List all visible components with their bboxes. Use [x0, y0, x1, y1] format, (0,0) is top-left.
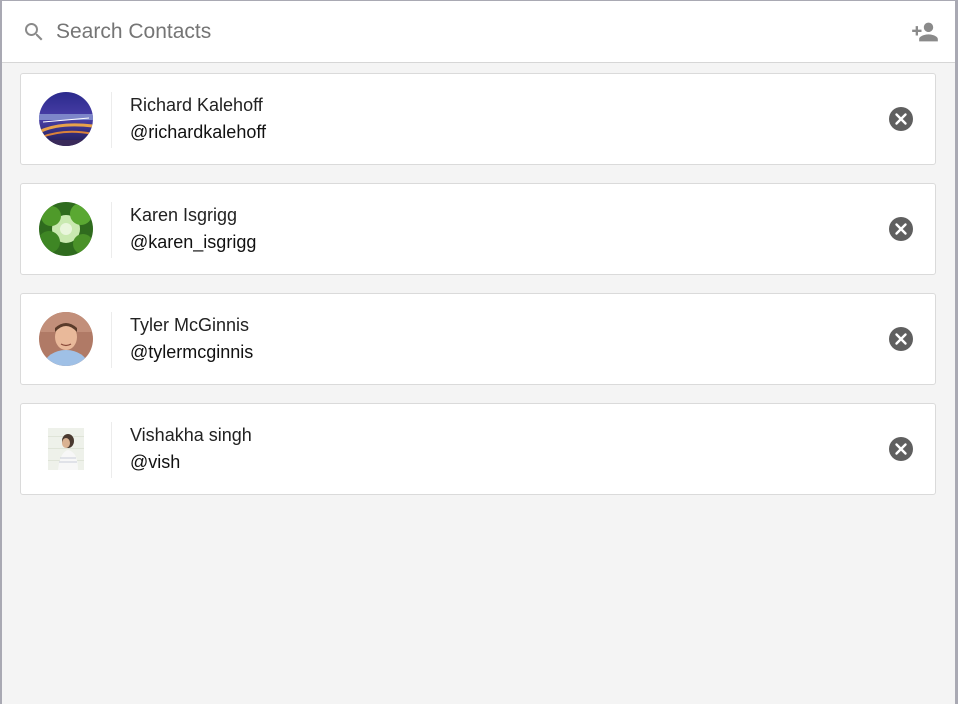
card-divider: [111, 202, 112, 258]
contact-name: Tyler McGinnis: [130, 315, 250, 335]
card-divider: [111, 312, 112, 368]
remove-contact-button[interactable]: [888, 436, 914, 462]
add-contact-icon: [911, 22, 939, 49]
contact-details: Tyler McGinnis @tylermcginnis: [130, 314, 253, 363]
contact-card: Vishakha singh @vish: [20, 403, 936, 495]
remove-icon: [888, 217, 914, 245]
search-icon: [22, 20, 46, 44]
contact-card: Karen Isgrigg @karen_isgrigg: [20, 183, 936, 275]
avatar: [48, 428, 84, 470]
remove-contact-button[interactable]: [888, 326, 914, 352]
remove-contact-button[interactable]: [888, 216, 914, 242]
contact-handle: @karen_isgrigg: [130, 232, 257, 252]
contact-name: Karen Isgrigg: [130, 205, 238, 225]
card-divider: [111, 92, 112, 148]
contact-name: Vishakha singh: [130, 425, 252, 445]
contact-list: Richard Kalehoff @richardkalehoff Karen …: [20, 73, 936, 513]
contact-card: Tyler McGinnis @tylermcginnis: [20, 293, 936, 385]
search-input[interactable]: [56, 15, 836, 49]
avatar: [39, 92, 93, 146]
avatar: [39, 312, 93, 366]
contact-handle: @tylermcginnis: [130, 342, 254, 362]
remove-contact-button[interactable]: [888, 106, 914, 132]
contact-card: Richard Kalehoff @richardkalehoff: [20, 73, 936, 165]
remove-icon: [888, 327, 914, 355]
contact-handle: @richardkalehoff: [130, 122, 267, 142]
contact-handle: @vish: [130, 452, 181, 472]
remove-icon: [888, 107, 914, 135]
search-bar: [2, 1, 955, 63]
contact-details: Richard Kalehoff @richardkalehoff: [130, 94, 266, 143]
contact-details: Vishakha singh @vish: [130, 424, 252, 473]
card-divider: [111, 422, 112, 478]
add-contact-button[interactable]: [911, 18, 939, 46]
avatar: [39, 202, 93, 256]
remove-icon: [888, 437, 914, 465]
contact-details: Karen Isgrigg @karen_isgrigg: [130, 204, 256, 253]
contact-name: Richard Kalehoff: [130, 95, 263, 115]
